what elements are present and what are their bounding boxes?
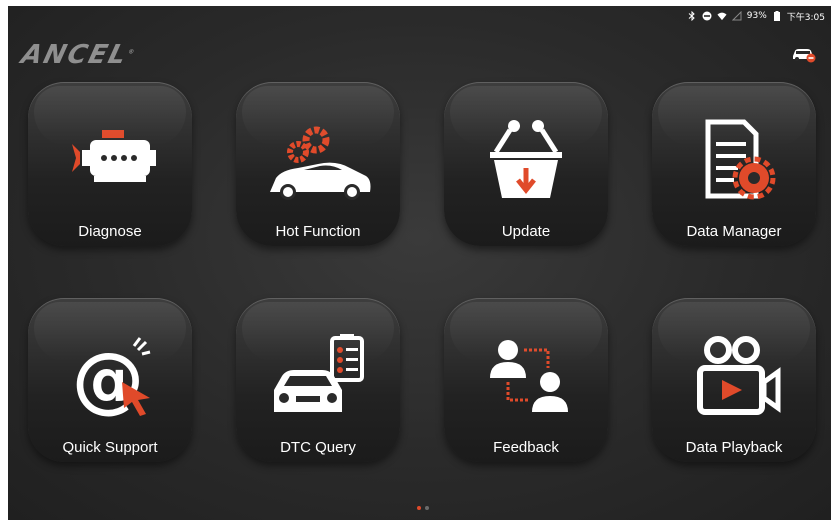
page-dot-1[interactable]	[417, 506, 421, 510]
battery-percent: 93%	[746, 11, 767, 21]
app-dtc-query[interactable]: DTC Query	[236, 298, 400, 462]
users-exchange-icon	[490, 340, 568, 412]
app-label: Feedback	[493, 439, 559, 456]
app-data-manager[interactable]: Data Manager	[652, 82, 816, 246]
app-label: Hot Function	[275, 223, 361, 240]
clock: 下午3:05	[786, 12, 825, 23]
page-dot-2[interactable]	[425, 506, 429, 510]
app-label: Data Manager	[686, 223, 782, 240]
status-bar: 93% 下午3:05	[687, 8, 825, 24]
app-label: Quick Support	[62, 439, 158, 456]
app-feedback[interactable]: Feedback	[444, 298, 608, 462]
video-camera-icon	[697, 336, 781, 415]
document-gear-icon	[705, 119, 776, 200]
car-gears-icon	[270, 126, 371, 200]
app-label: Data Playback	[685, 439, 783, 456]
app-diagnose[interactable]: Diagnose	[28, 82, 192, 246]
basket-download-icon	[490, 120, 562, 198]
ancel-logo: ANCEL®	[18, 40, 139, 70]
vehicle-connection-icon[interactable]	[791, 44, 817, 64]
launcher-screen: 93% 下午3:05 ANCEL® Diagnose Hot Function …	[8, 6, 831, 520]
svg-text:@: @	[72, 337, 144, 421]
battery-icon	[772, 11, 782, 21]
page-indicator	[417, 506, 429, 510]
dnd-icon	[702, 11, 712, 21]
app-quick-support[interactable]: @ Quick Support	[28, 298, 192, 462]
app-label: Diagnose	[78, 223, 142, 240]
at-cursor-icon: @	[72, 337, 151, 421]
signal-icon	[731, 11, 742, 21]
bluetooth-icon	[687, 11, 697, 21]
car-checklist-icon	[274, 334, 364, 412]
trademark: ®	[127, 48, 137, 56]
wifi-icon	[717, 11, 727, 21]
engine-icon	[72, 130, 156, 182]
app-label: DTC Query	[280, 439, 356, 456]
app-update[interactable]: Update	[444, 82, 608, 246]
app-hot-function[interactable]: Hot Function	[236, 82, 400, 246]
app-data-playback[interactable]: Data Playback	[652, 298, 816, 462]
app-label: Update	[501, 223, 551, 240]
logo-text: ANCEL	[18, 40, 132, 70]
